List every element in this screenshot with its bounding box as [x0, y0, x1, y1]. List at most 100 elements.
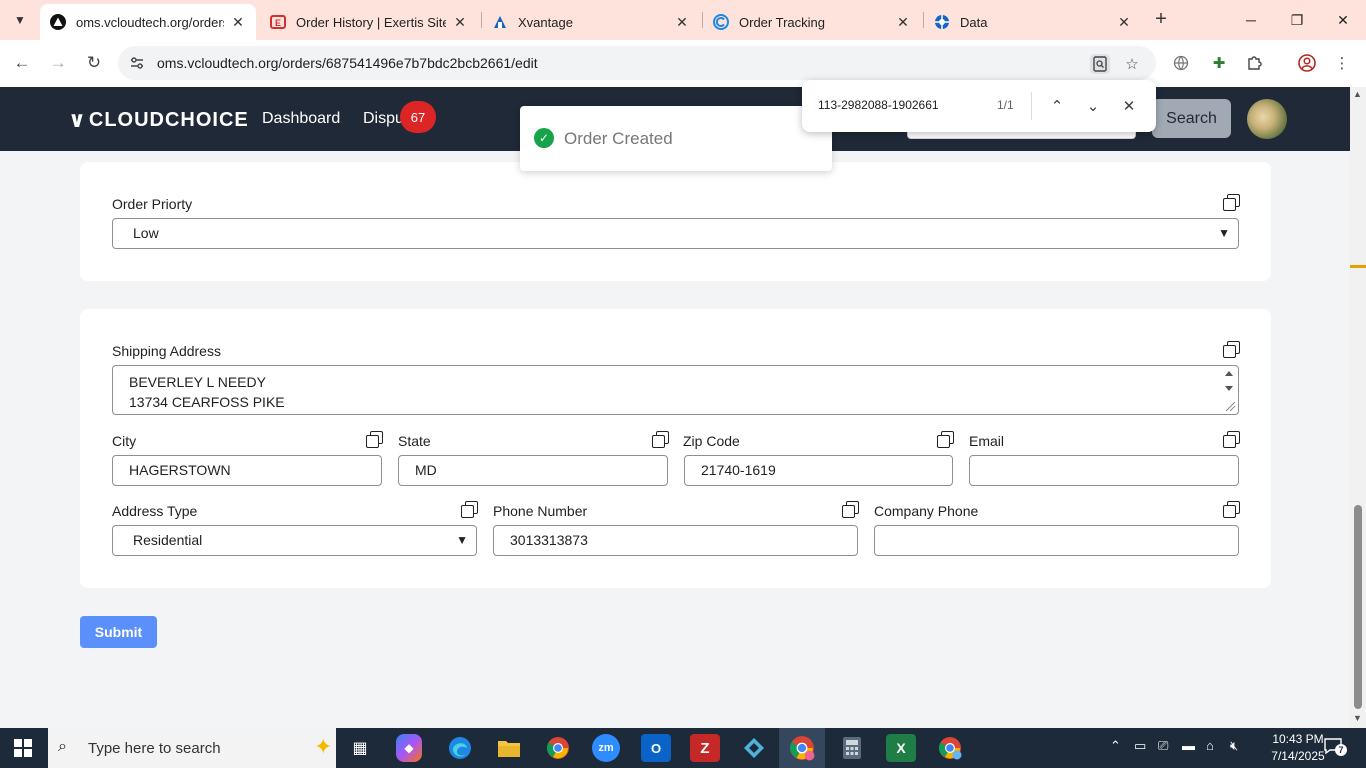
calculator-icon[interactable]	[837, 734, 867, 762]
tab-search-chevron-icon[interactable]: ▼	[8, 8, 32, 32]
tab-close-icon[interactable]: ✕	[230, 14, 246, 31]
order-priority-card: Order Priorty Low ▼	[80, 162, 1271, 281]
excel-icon[interactable]: X	[886, 734, 916, 762]
triangle-icon	[50, 14, 66, 30]
copy-icon[interactable]	[1223, 431, 1240, 448]
restore-icon[interactable]: ❐	[1274, 0, 1320, 40]
scroll-down-icon[interactable]: ▼	[1353, 713, 1362, 723]
shipping-address-textarea[interactable]: BEVERLEY L NEEDY 13734 CEARFOSS PIKE	[112, 365, 1239, 415]
chevron-down-icon: ▼	[456, 533, 468, 547]
copy-icon[interactable]	[1223, 341, 1240, 358]
tab-xvantage[interactable]: Xvantage ✕	[482, 4, 700, 40]
tab-close-icon[interactable]: ✕	[1116, 14, 1132, 31]
copy-icon[interactable]	[461, 501, 478, 518]
plus-extension-icon[interactable]: ✚	[1208, 52, 1230, 74]
forward-arrow-icon[interactable]: →	[45, 50, 71, 76]
city-label: City	[112, 433, 137, 449]
copy-icon[interactable]	[1223, 501, 1240, 518]
copy-icon[interactable]	[1223, 194, 1240, 211]
tab-exertis[interactable]: E Order History | Exertis Site ✕	[260, 4, 478, 40]
city-input[interactable]: HAGERSTOWN	[112, 455, 382, 486]
filezilla-icon[interactable]: Z	[690, 734, 720, 762]
zip-code-input[interactable]: 21740-1619	[684, 455, 953, 486]
textarea-scroll-arrows-icon[interactable]	[1222, 368, 1236, 412]
meet-now-icon[interactable]: ▭	[1134, 738, 1146, 754]
address-type-label: Address Type	[112, 503, 198, 519]
kebab-menu-icon[interactable]: ⋮	[1331, 52, 1353, 74]
find-previous-chevron-up-icon[interactable]: ⌃	[1045, 94, 1069, 118]
chrome-profile-2-icon[interactable]	[935, 734, 965, 762]
company-phone-label: Company Phone	[874, 503, 979, 519]
nav-disputes[interactable]: Dispu	[363, 110, 404, 128]
edge-icon[interactable]	[445, 734, 475, 762]
tab-close-icon[interactable]: ✕	[895, 14, 911, 31]
taskbar-search[interactable]: ⌕ Type here to search ✦	[48, 728, 336, 768]
globe-extension-icon[interactable]	[1170, 52, 1192, 74]
user-avatar[interactable]	[1247, 99, 1287, 139]
tab-oms[interactable]: oms.vcloudtech.org/orders/6 ✕	[40, 4, 256, 40]
find-close-icon[interactable]: ✕	[1117, 94, 1141, 118]
tab-close-icon[interactable]: ✕	[674, 14, 690, 31]
find-page-icon[interactable]	[1090, 54, 1110, 74]
copy-icon[interactable]	[366, 431, 383, 448]
notification-count: 7	[1335, 744, 1347, 756]
nav-dashboard[interactable]: Dashboard	[262, 110, 340, 128]
page-scrollbar[interactable]: ▲ ▼	[1350, 87, 1366, 728]
windows-start-icon[interactable]	[14, 739, 32, 757]
new-tab-plus-icon[interactable]: +	[1150, 8, 1172, 30]
cloudchoice-logo[interactable]: ∨ CLOUDCHOICE	[68, 107, 249, 133]
scrollbar-thumb[interactable]	[1354, 505, 1362, 709]
battery-icon[interactable]: ▬	[1182, 738, 1195, 753]
tab-title: Order Tracking	[739, 14, 825, 30]
notification-icon[interactable]: 7	[1324, 738, 1347, 758]
puzzle-extensions-icon[interactable]	[1243, 52, 1265, 74]
header-search-button[interactable]: Search	[1152, 99, 1231, 138]
bookmark-star-icon[interactable]: ☆	[1122, 54, 1142, 74]
tab-data[interactable]: Data ✕	[924, 4, 1142, 40]
zoom-icon[interactable]: zm	[592, 734, 620, 762]
address-type-value: Residential	[133, 532, 203, 548]
profile-icon[interactable]	[1296, 52, 1318, 74]
copy-icon[interactable]	[842, 501, 859, 518]
window-close-icon[interactable]: ✕	[1320, 0, 1366, 40]
copy-icon[interactable]	[652, 431, 669, 448]
order-priority-select[interactable]: Low ▼	[112, 218, 1239, 249]
tab-close-icon[interactable]: ✕	[452, 14, 468, 31]
volume-muted-icon[interactable]: 🔇︎	[1230, 738, 1238, 754]
sparkle-icon: ✦	[314, 734, 333, 759]
find-input[interactable]: 113-2982088-1902661	[818, 98, 939, 112]
xvantage-icon	[492, 14, 508, 30]
scroll-up-icon[interactable]: ▲	[1353, 89, 1362, 99]
tab-title: Order History | Exertis Site	[296, 14, 446, 30]
phone-number-input[interactable]: 3013313873	[493, 525, 858, 556]
address-bar[interactable]: oms.vcloudtech.org/orders/687541496e7b7b…	[118, 46, 1156, 80]
site-settings-icon[interactable]	[128, 54, 146, 72]
chevron-down-icon: ▼	[1218, 226, 1230, 240]
company-phone-input[interactable]	[874, 525, 1239, 556]
minimize-icon[interactable]: ─	[1228, 0, 1274, 40]
email-label: Email	[969, 433, 1005, 449]
task-view-icon[interactable]: ▦	[345, 734, 375, 762]
email-input[interactable]	[969, 455, 1239, 486]
copilot-icon[interactable]: ◆	[396, 734, 422, 762]
order-created-toast: ✓ Order Created	[520, 106, 832, 171]
toast-message: Order Created	[564, 129, 673, 148]
chrome-profile-icon[interactable]	[779, 728, 825, 768]
state-input[interactable]: MD	[398, 455, 668, 486]
file-explorer-icon[interactable]	[494, 734, 524, 762]
tray-chevron-up-icon[interactable]: ⌃	[1110, 738, 1121, 754]
app-diamond-icon[interactable]	[739, 734, 769, 762]
outlook-icon[interactable]: O	[641, 734, 671, 762]
network-icon[interactable]: ⌂	[1206, 738, 1214, 753]
tab-order-tracking[interactable]: Order Tracking ✕	[703, 4, 921, 40]
display-icon[interactable]: ⎚	[1158, 738, 1168, 754]
submit-button[interactable]: Submit	[80, 616, 157, 648]
state-label: State	[398, 433, 431, 449]
find-next-chevron-down-icon[interactable]: ⌄	[1081, 94, 1105, 118]
back-arrow-icon[interactable]: ←	[9, 50, 35, 76]
copy-icon[interactable]	[937, 431, 954, 448]
reload-icon[interactable]: ↻	[81, 50, 107, 76]
tab-title: oms.vcloudtech.org/orders/6	[76, 14, 224, 30]
address-type-select[interactable]: Residential ▼	[112, 525, 477, 556]
chrome-icon[interactable]	[543, 734, 573, 762]
